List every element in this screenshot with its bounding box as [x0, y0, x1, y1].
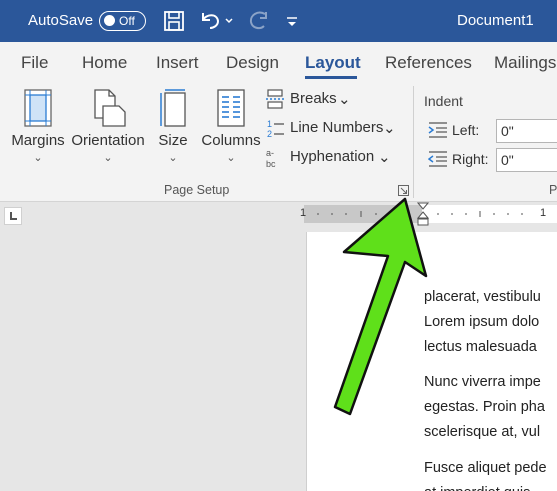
- annotation-arrow-icon: [333, 197, 428, 416]
